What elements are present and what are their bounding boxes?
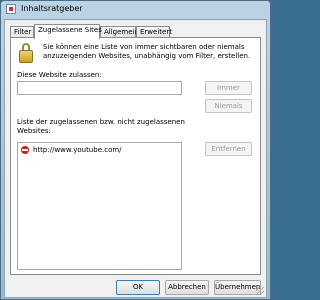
intro-line-1: Sie können eine Liste von immer sichtbar… [43, 43, 245, 51]
intro-line-2: anzuzeigenden Websites, unabhängig vom F… [43, 52, 251, 60]
sites-list[interactable]: http://www.youtube.com/ [17, 142, 182, 270]
window-icon [6, 4, 16, 14]
never-button[interactable]: Niemals [205, 99, 252, 113]
list-label-line-1: Liste der zugelassenen bzw. nicht zugela… [17, 118, 185, 126]
cancel-button[interactable]: Abbrechen [165, 280, 209, 295]
website-input[interactable] [17, 81, 182, 95]
content-advisor-window: Inhaltsratgeber Filter Zugelassene Sites… [0, 0, 271, 300]
title-bar[interactable]: Inhaltsratgeber [1, 1, 270, 17]
dialog-client-area: Filter Zugelassene Sites Allgemein Erwei… [4, 19, 267, 298]
intro-text: Sie können eine Liste von immer sichtbar… [43, 43, 253, 61]
list-item-url: http://www.youtube.com/ [33, 146, 122, 154]
lock-icon [19, 43, 35, 65]
window-title: Inhaltsratgeber [21, 4, 83, 13]
apply-button[interactable]: Übernehmen [214, 280, 261, 295]
remove-button[interactable]: Entfernen [205, 142, 252, 156]
tab-approved-sites[interactable]: Zugelassene Sites [34, 24, 102, 39]
resize-grip[interactable] [256, 287, 264, 295]
approved-sites-panel: Sie können eine Liste von immer sichtbar… [10, 37, 261, 275]
blocked-icon [21, 146, 29, 154]
always-button[interactable]: Immer [205, 81, 252, 95]
website-label: Diese Website zulassen: [17, 71, 102, 79]
list-label-line-2: Websites: [17, 127, 51, 135]
list-label: Liste der zugelassenen bzw. nicht zugela… [17, 118, 185, 136]
ok-button[interactable]: OK [116, 280, 160, 295]
